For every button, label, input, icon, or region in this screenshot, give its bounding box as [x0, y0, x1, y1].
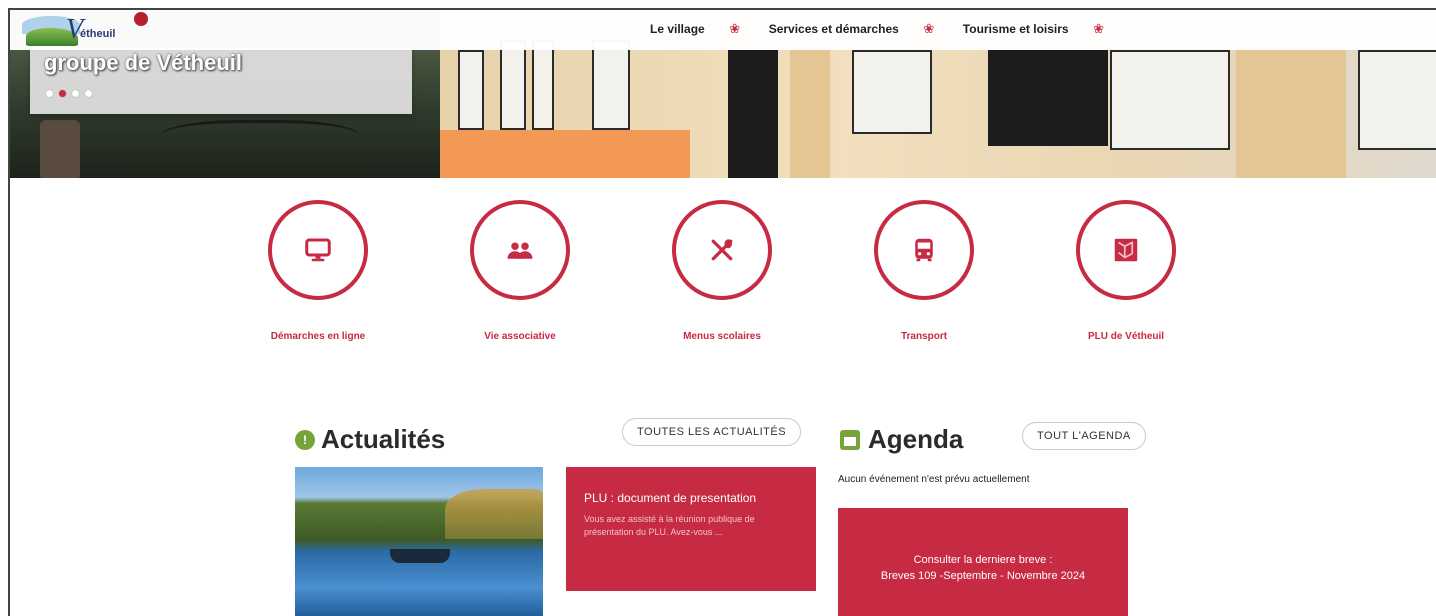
flower-icon: ❀	[1093, 21, 1105, 36]
top-navigation-bar: V étheuil Le village ❀ Services et démar…	[10, 10, 1436, 50]
hero-title: groupe de Vétheuil	[44, 50, 243, 75]
breve-line-2: Breves 109 -Septembre - Novembre 2024	[880, 570, 1086, 582]
news-card-plu[interactable]: PLU : document de presentation Vous avez…	[566, 467, 816, 591]
quick-link-menus[interactable]: Menus scolaires	[642, 200, 802, 345]
quick-link-circle[interactable]	[268, 200, 368, 300]
logo-text: étheuil	[80, 28, 116, 40]
quick-link-demarches[interactable]: Démarches en ligne	[238, 200, 398, 345]
quick-link-label[interactable]: Menus scolaires	[642, 328, 802, 345]
nav-item-le-village[interactable]: Le village	[650, 22, 705, 36]
quick-link-plu[interactable]: PLU de Vétheuil	[1046, 200, 1206, 345]
news-heading: ! Actualités	[295, 424, 445, 455]
nav-item-services[interactable]: Services et démarches	[769, 22, 899, 36]
news-icon: !	[295, 429, 315, 450]
quick-link-circle[interactable]	[672, 200, 772, 300]
map-icon	[1114, 238, 1138, 262]
flower-icon: ❀	[923, 21, 935, 36]
nav-item-tourisme[interactable]: Tourisme et loisirs	[963, 22, 1069, 36]
quick-links: Démarches en ligne Vie associative Menus…	[10, 200, 1436, 370]
flower-icon: ❀	[729, 21, 741, 36]
slider-dot-active[interactable]	[59, 90, 66, 97]
latest-breve-card[interactable]: Consulter la derniere breve : Breves 109…	[838, 508, 1128, 616]
agenda-title: Agenda	[868, 424, 964, 454]
news-card-excerpt: Vous avez assisté à la réunion publique …	[584, 514, 755, 537]
quick-link-label[interactable]: Transport	[844, 328, 1004, 345]
hero-caption-card[interactable]: groupe de Vétheuil	[30, 48, 412, 114]
apple-icon	[134, 12, 148, 26]
agenda-empty-text: Aucun événement n'est prévu actuellement	[838, 474, 1030, 485]
quick-link-circle[interactable]	[470, 200, 570, 300]
people-icon	[507, 242, 533, 259]
quick-link-circle[interactable]	[1076, 200, 1176, 300]
slider-dots[interactable]	[46, 90, 92, 97]
quick-link-label[interactable]: Vie associative	[440, 328, 600, 345]
quick-link-label[interactable]: PLU de Vétheuil	[1046, 328, 1206, 345]
quick-link-vie-associative[interactable]: Vie associative	[440, 200, 600, 345]
main-nav: Le village ❀ Services et démarches ❀ Tou…	[650, 22, 1133, 36]
agenda-heading: Agenda	[840, 424, 963, 455]
bus-icon	[915, 238, 933, 262]
news-card-title[interactable]: PLU : document de presentation	[584, 491, 798, 505]
quick-link-circle[interactable]	[874, 200, 974, 300]
cutlery-icon	[711, 239, 733, 261]
news-photo-lake[interactable]	[295, 467, 543, 616]
quick-link-transport[interactable]: Transport	[844, 200, 1004, 345]
breve-line-1: Consulter la derniere breve :	[913, 554, 1053, 566]
slider-dot[interactable]	[46, 90, 53, 97]
calendar-icon	[840, 429, 860, 450]
monitor-icon	[305, 238, 331, 262]
site-logo[interactable]: V étheuil	[22, 12, 148, 48]
quick-link-label[interactable]: Démarches en ligne	[238, 328, 398, 345]
news-title: Actualités	[321, 424, 446, 454]
all-agenda-button[interactable]: TOUT L'AGENDA	[1022, 422, 1146, 450]
page-frame: groupe de Vétheuil V étheuil Le village …	[8, 8, 1436, 616]
slider-dot[interactable]	[72, 90, 79, 97]
slider-dot[interactable]	[85, 90, 92, 97]
all-news-button[interactable]: TOUTES LES ACTUALITÉS	[622, 418, 802, 446]
